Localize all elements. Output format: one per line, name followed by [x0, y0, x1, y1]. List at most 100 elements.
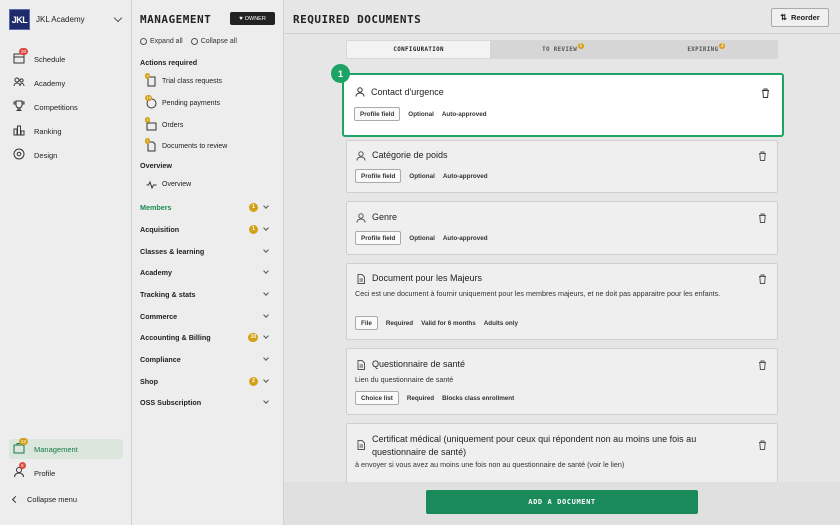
overview-label: Overview [162, 181, 192, 188]
group-compliance[interactable]: Compliance [140, 353, 270, 365]
panel-title: MANAGEMENT [140, 13, 212, 26]
document-card[interactable]: Questionnaire de santé Lien du questionn… [346, 348, 778, 415]
tab-to-review[interactable]: TO REVIEW 1 [491, 40, 634, 59]
action-documents-to-review[interactable]: 1 Documents to review [145, 138, 228, 152]
nav-item-management[interactable]: 22 Management [9, 438, 123, 459]
main-content: REQUIRED DOCUMENTS ⇅ Reorder CONFIGURATI… [284, 0, 840, 525]
chevron-left-icon [11, 495, 20, 504]
nav-label: Management [34, 444, 78, 454]
group-oss-subscription[interactable]: OSS Subscription [140, 396, 270, 408]
group-badge: 2 [249, 376, 258, 386]
academy-switcher[interactable]: JKL JKL Academy [9, 9, 125, 30]
chevron-down-icon [263, 267, 269, 274]
reorder-label: Reorder [790, 13, 820, 22]
nav-item-academy[interactable]: Academy [9, 73, 123, 93]
collapse-icon [190, 38, 198, 45]
trash-icon[interactable] [758, 274, 767, 284]
document-description: à envoyer si vous avez au moins une fois… [355, 460, 625, 469]
ranking-icon [13, 124, 27, 138]
document-title: Certificat médical (uniquement pour ceux… [372, 434, 697, 457]
reorder-button[interactable]: ⇅ Reorder [771, 8, 829, 27]
nav-item-competitions[interactable]: Competitions [9, 97, 123, 117]
document-tags: File Required Valid for 6 months Adults … [355, 316, 518, 330]
group-tracking-stats[interactable]: Tracking & stats [140, 288, 270, 300]
highlighted-document-card[interactable]: Contact d'urgence Profile field Optional… [342, 73, 784, 137]
tag: Auto-approved [441, 110, 487, 118]
nav-item-schedule[interactable]: 20 Schedule [9, 48, 123, 69]
group-members[interactable]: Members 1 [140, 201, 270, 213]
person-icon [356, 213, 366, 223]
group-label: Academy [140, 267, 172, 277]
file-icon [356, 440, 366, 450]
heart-icon: ♥ [239, 15, 243, 22]
left-nav: JKL JKL Academy 20 Schedule Academy Comp… [0, 0, 132, 525]
document-card[interactable]: Document pour les Majeurs Ceci est une d… [346, 263, 778, 340]
document-title: Catégorie de poids [372, 150, 448, 160]
trash-icon[interactable] [758, 213, 767, 223]
action-label: Documents to review [162, 143, 228, 150]
tab-badge: 2 [719, 42, 726, 49]
collapse-menu-button[interactable]: Collapse menu [11, 495, 77, 504]
document-tags: Choice list Required Blocks class enroll… [355, 391, 514, 405]
header-divider [284, 33, 840, 34]
document-card[interactable]: Catégorie de poids Profile field Optiona… [346, 140, 778, 193]
action-orders[interactable]: 2 Orders [145, 117, 183, 131]
group-label: Compliance [140, 354, 181, 364]
document-title: Genre [372, 212, 398, 222]
trash-icon[interactable] [761, 88, 770, 98]
tab-configuration[interactable]: CONFIGURATION [347, 41, 491, 58]
group-acquisition[interactable]: Acquisition 1 [140, 223, 270, 235]
action-trial-class-requests[interactable]: 4 Trial class requests [145, 73, 222, 87]
management-badge: 22 [19, 438, 29, 445]
document-title: Contact d'urgence [371, 87, 444, 97]
calendar-icon: 20 [13, 48, 29, 66]
group-academy[interactable]: Academy [140, 266, 270, 278]
tag-type: Profile field [355, 231, 402, 245]
trash-icon[interactable] [758, 151, 767, 161]
group-accounting-billing[interactable]: Accounting & Billing 10 [140, 331, 270, 343]
collapse-all-button[interactable]: Collapse all [190, 38, 237, 45]
action-label: Pending payments [162, 100, 220, 107]
trash-icon[interactable] [758, 440, 767, 450]
tag-type: Profile field [355, 169, 402, 183]
trial-icon: 4 [145, 73, 157, 87]
tab-expiring[interactable]: EXPIRING 2 [635, 40, 778, 59]
file-icon [356, 274, 366, 284]
chevron-down-icon [263, 397, 269, 404]
group-label: Members [140, 202, 172, 212]
nav-item-ranking[interactable]: Ranking [9, 121, 123, 141]
page-title: REQUIRED DOCUMENTS [293, 13, 422, 26]
add-document-button[interactable]: ADD A DOCUMENT [426, 490, 698, 514]
trash-icon[interactable] [758, 360, 767, 370]
nav-item-profile[interactable]: 9 Profile [9, 462, 123, 483]
overview-item[interactable]: Overview [146, 179, 191, 190]
expand-all-button[interactable]: Expand all [140, 38, 183, 45]
nav-item-design[interactable]: Design [9, 145, 123, 165]
nav-label: Schedule [34, 54, 66, 64]
group-label: OSS Subscription [140, 397, 202, 407]
tag: Required [406, 394, 435, 402]
document-description: Lien du questionnaire de santé [355, 375, 454, 384]
profile-icon: 9 [13, 462, 27, 480]
group-label: Tracking & stats [140, 289, 196, 299]
tag: Optional [409, 234, 435, 242]
orders-icon: 2 [145, 117, 157, 131]
chevron-down-icon [263, 332, 269, 339]
action-pending-payments[interactable]: 10 Pending payments [145, 95, 220, 109]
nav-label: Ranking [34, 126, 62, 136]
nav-label: Design [34, 150, 58, 160]
chevron-down-icon [263, 224, 269, 231]
expand-icon [140, 38, 147, 45]
group-classes-learning[interactable]: Classes & learning [140, 245, 270, 257]
document-title: Document pour les Majeurs [372, 273, 483, 283]
group-label: Commerce [140, 311, 178, 321]
tag: Blocks class enrollment [442, 394, 515, 402]
document-title: Questionnaire de santé [372, 359, 466, 369]
document-card[interactable]: Genre Profile field Optional Auto-approv… [346, 201, 778, 255]
group-shop[interactable]: Shop 2 [140, 375, 270, 387]
group-label: Shop [140, 376, 158, 386]
group-commerce[interactable]: Commerce [140, 310, 270, 322]
management-panel: MANAGEMENT ♥ OWNER Expand all Collapse al… [132, 0, 284, 525]
nav-label: Profile [34, 468, 56, 478]
academy-name: JKL Academy [36, 15, 85, 24]
